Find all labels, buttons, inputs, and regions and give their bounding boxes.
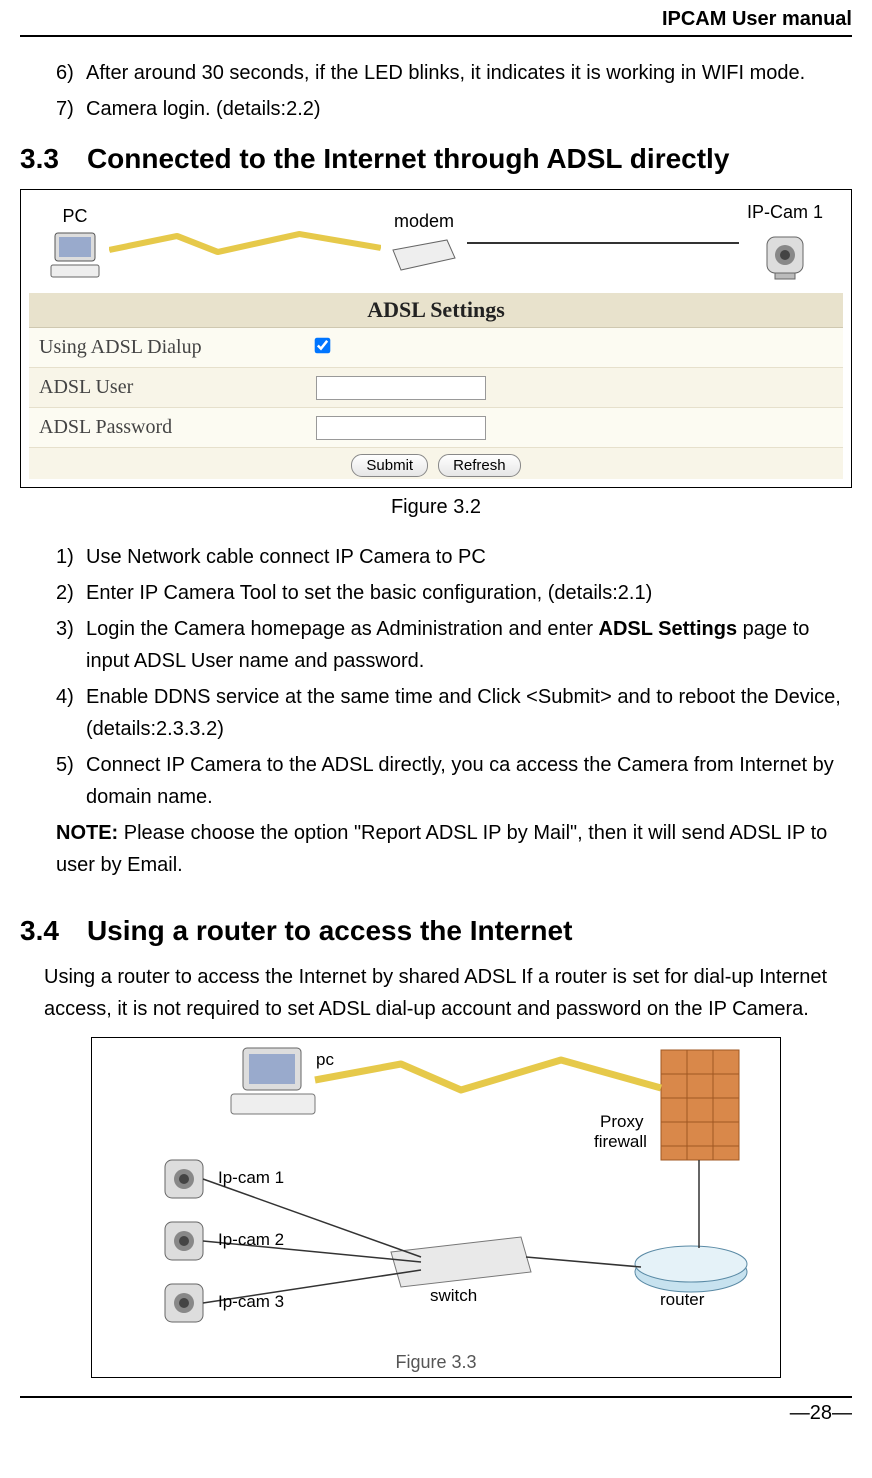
list-item: 2) Enter IP Camera Tool to set the basic… (56, 577, 852, 609)
adsl-dialup-label: Using ADSL Dialup (29, 328, 306, 367)
page-header: IPCAM User manual (20, 0, 852, 37)
list-text: Login the Camera homepage as Administrat… (86, 613, 852, 677)
cam3-label: Ip-cam 3 (218, 1292, 284, 1312)
figure-3-2-box: PC modem IP-Cam 1 (20, 189, 852, 488)
figure-3-3-box: pc Ip-cam 1 Ip-cam 2 Ip-cam 3 switch rou… (91, 1037, 781, 1378)
adsl-settings-panel: ADSL Settings Using ADSL Dialup ADSL Use… (29, 293, 843, 479)
section-heading-3-4: 3.4 Using a router to access the Interne… (20, 915, 852, 947)
page-footer: —28— (20, 1396, 852, 1429)
list-number: 6) (56, 57, 86, 89)
step-list-b: 1) Use Network cable connect IP Camera t… (20, 541, 852, 813)
submit-button[interactable]: Submit (351, 454, 428, 477)
cam1-label: Ip-cam 1 (218, 1168, 284, 1188)
section-3-4-paragraph: Using a router to access the Internet by… (20, 961, 852, 1025)
ipcam-label: IP-Cam 1 (747, 202, 823, 223)
refresh-button[interactable]: Refresh (438, 454, 521, 477)
list-number: 1) (56, 541, 86, 573)
modem-icon (389, 236, 459, 274)
cam2-label: Ip-cam 2 (218, 1230, 284, 1250)
list-item: 4) Enable DDNS service at the same time … (56, 681, 852, 745)
adsl-dialup-checkbox[interactable] (314, 337, 330, 353)
adsl-row-user: ADSL User (29, 368, 843, 408)
pc-label: PC (62, 206, 87, 227)
pc-device: PC (49, 206, 101, 279)
router-diagram-svg (100, 1042, 772, 1327)
text-pre: Login the Camera homepage as Administrat… (86, 618, 599, 640)
list-number: 2) (56, 577, 86, 609)
list-text: Enable DDNS service at the same time and… (86, 681, 852, 745)
pc-label: pc (316, 1050, 334, 1070)
cable-icon (467, 238, 739, 248)
note-text: Please choose the option "Report ADSL IP… (56, 822, 827, 876)
list-text: Enter IP Camera Tool to set the basic co… (86, 577, 852, 609)
adsl-button-row: Submit Refresh (29, 448, 843, 479)
network-diagram-adsl: PC modem IP-Cam 1 (29, 198, 843, 293)
adsl-password-input[interactable] (316, 416, 486, 440)
list-number: 3) (56, 613, 86, 677)
list-item: 1) Use Network cable connect IP Camera t… (56, 541, 852, 573)
list-number: 4) (56, 681, 86, 745)
section-number: 3.3 (20, 143, 59, 175)
list-text: Camera login. (details:2.2) (86, 93, 852, 125)
text-bold: ADSL Settings (599, 618, 738, 640)
section-title: Connected to the Internet through ADSL d… (87, 143, 729, 175)
figure-3-2-caption: Figure 3.2 (20, 496, 852, 519)
modem-label: modem (394, 211, 454, 232)
list-text: After around 30 seconds, if the LED blin… (86, 57, 852, 89)
list-item: 3) Login the Camera homepage as Administ… (56, 613, 852, 677)
firewall-label-1: Proxy (600, 1112, 643, 1132)
adsl-user-label: ADSL User (29, 368, 306, 407)
section-number: 3.4 (20, 915, 59, 947)
list-item: 6) After around 30 seconds, if the LED b… (56, 57, 852, 89)
page-number: —28— (790, 1402, 852, 1424)
firewall-label-2: firewall (594, 1132, 647, 1152)
adsl-settings-title: ADSL Settings (29, 293, 843, 328)
list-item: 5) Connect IP Camera to the ADSL directl… (56, 749, 852, 813)
doc-title: IPCAM User manual (662, 8, 852, 30)
list-number: 7) (56, 93, 86, 125)
network-diagram-router: pc Ip-cam 1 Ip-cam 2 Ip-cam 3 switch rou… (100, 1042, 772, 1352)
section-title: Using a router to access the Internet (87, 915, 572, 947)
list-text: Connect IP Camera to the ADSL directly, … (86, 749, 852, 813)
adsl-row-password: ADSL Password (29, 408, 843, 448)
adsl-user-input[interactable] (316, 376, 486, 400)
ipcam-device: IP-Cam 1 (747, 202, 823, 283)
camera-icon (757, 227, 813, 283)
bolt-icon (109, 228, 381, 258)
list-item: 7) Camera login. (details:2.2) (56, 93, 852, 125)
list-number: 5) (56, 749, 86, 813)
figure-3-3-caption: Figure 3.3 (100, 1352, 772, 1375)
adsl-row-dialup: Using ADSL Dialup (29, 328, 843, 368)
list-text: Use Network cable connect IP Camera to P… (86, 541, 852, 573)
adsl-password-label: ADSL Password (29, 408, 306, 447)
step-list-a: 6) After around 30 seconds, if the LED b… (20, 57, 852, 125)
switch-label: switch (430, 1286, 477, 1306)
note-label: NOTE: (56, 822, 118, 844)
pc-icon (49, 231, 101, 279)
section-heading-3-3: 3.3 Connected to the Internet through AD… (20, 143, 852, 175)
router-label: router (660, 1290, 704, 1310)
modem-device: modem (389, 211, 459, 274)
note-block: NOTE: Please choose the option "Report A… (20, 817, 852, 881)
